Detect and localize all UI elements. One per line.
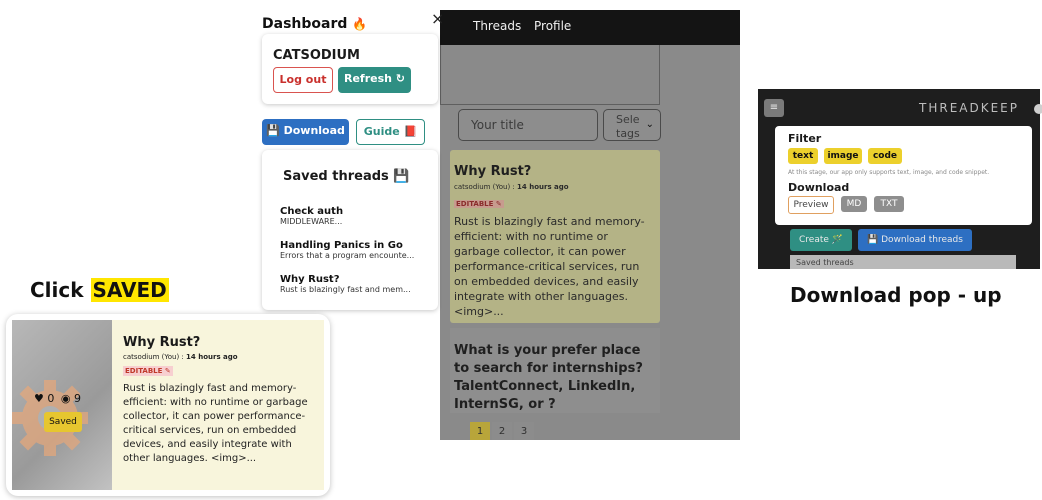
- user-box: CATSODIUM Log out Refresh ↻: [262, 34, 438, 104]
- saved-threads-panel: Saved threads: [790, 255, 1016, 269]
- title-input-placeholder: Your title: [471, 118, 524, 132]
- filter-code[interactable]: code: [868, 148, 902, 164]
- avatar[interactable]: [1034, 104, 1042, 114]
- saved-thread-title: Handling Panics in Go: [280, 240, 403, 251]
- thread-text: Rust is blazingly fast and memory-effici…: [123, 383, 308, 464]
- filter-note: At this stage, our app only supports tex…: [788, 169, 990, 176]
- thread-time: 14 hours ago: [186, 353, 238, 361]
- click-saved-caption: Click SAVED: [30, 278, 169, 302]
- username: CATSODIUM: [273, 48, 360, 63]
- thread-card[interactable]: Why Rust? catsodium (You) : 14 hours ago…: [450, 150, 660, 323]
- filter-image[interactable]: image: [824, 148, 862, 164]
- saved-thread-preview: MIDDLEWARE...: [280, 217, 343, 226]
- close-icon[interactable]: ×: [431, 9, 444, 28]
- download-threads-label: 💾 Download threads: [867, 235, 963, 245]
- download-button[interactable]: 💾 Download: [262, 119, 349, 145]
- saved-threads-box: Saved threads 💾 Check auth MIDDLEWARE...…: [262, 150, 438, 310]
- fire-icon: 🔥: [352, 17, 368, 31]
- logout-button[interactable]: Log out: [273, 67, 333, 93]
- saved-thread-card[interactable]: ♥ 0 ◉ 9 Saved Why Rust? catsodium (You) …: [6, 314, 330, 496]
- thread-image: ♥ 0 ◉ 9 Saved: [12, 320, 112, 490]
- thread-card-2-title: What is your prefer place to search for …: [454, 343, 643, 412]
- view-count: 9: [73, 392, 81, 405]
- dashboard-panel: Dashboard 🔥 × CATSODIUM Log out Refresh …: [258, 5, 448, 310]
- saved-thread-item[interactable]: Handling Panics in Go Errors that a prog…: [280, 240, 414, 260]
- saved-threads-label: Saved threads: [796, 258, 854, 267]
- download-popup-caption: Download pop - up: [790, 283, 1002, 307]
- chevron-down-icon: ⌄: [645, 119, 654, 130]
- refresh-button[interactable]: Refresh ↻: [338, 67, 411, 93]
- saved-thread-title: Why Rust?: [280, 274, 340, 285]
- saved-highlight: SAVED: [90, 278, 169, 302]
- dashboard-title: Dashboard 🔥: [262, 16, 367, 32]
- brand-logo: THREADKEEP: [919, 101, 1019, 115]
- saved-thread-item[interactable]: Why Rust? Rust is blazingly fast and mem…: [280, 274, 411, 294]
- click-saved-prefix: Click: [30, 278, 91, 302]
- heart-icon[interactable]: ♥: [34, 392, 44, 405]
- saved-thread-item[interactable]: Check auth MIDDLEWARE...: [280, 206, 343, 226]
- thread-meta: catsodium (You) : 14 hours ago: [123, 353, 238, 361]
- thread-card-text: Rust is blazingly fast and memory-effici…: [454, 215, 645, 318]
- thread-card-time: 14 hours ago: [517, 183, 569, 191]
- gear-icon: [12, 380, 88, 456]
- thread-card-meta: catsodium (You) : 14 hours ago: [454, 183, 660, 191]
- pagination: 1 2 3: [470, 422, 534, 440]
- nav-profile[interactable]: Profile: [534, 19, 571, 33]
- thread-content: Why Rust? catsodium (You) : 14 hours ago…: [112, 320, 324, 490]
- filter-heading: Filter: [788, 132, 822, 145]
- like-count: 0: [47, 392, 55, 405]
- eye-icon: ◉: [60, 392, 71, 405]
- saved-thread-preview: Rust is blazingly fast and mem...: [280, 285, 411, 294]
- create-button[interactable]: Create 🪄: [790, 229, 852, 251]
- top-navbar: Threads Profile: [440, 10, 740, 45]
- download-popup: Filter text image code At this stage, ou…: [775, 126, 1032, 225]
- download-threads-button[interactable]: 💾 Download threads: [858, 229, 972, 251]
- guide-button[interactable]: Guide 📕: [356, 119, 425, 145]
- saved-threads-heading: Saved threads 💾: [283, 169, 410, 184]
- saved-badge[interactable]: Saved: [44, 412, 82, 432]
- app-top-frame: [440, 45, 660, 105]
- nav-threads[interactable]: Threads: [473, 19, 521, 33]
- dashboard-title-text: Dashboard: [262, 16, 348, 32]
- thread-card-badge: EDITABLE ✎: [454, 200, 504, 208]
- app-screenshot: Threads Profile Your title Sele tags ⌄ W…: [440, 10, 740, 440]
- create-button-label: Create 🪄: [799, 235, 843, 245]
- download-heading: Download: [788, 181, 850, 194]
- saved-thread-preview: Errors that a program encounte...: [280, 251, 415, 260]
- txt-button[interactable]: TXT: [874, 196, 904, 212]
- md-button[interactable]: MD: [841, 196, 867, 212]
- thread-stats: ♥ 0 ◉ 9: [34, 392, 81, 405]
- thread-card-title: Why Rust?: [454, 164, 532, 179]
- thread-title: Why Rust?: [123, 335, 201, 350]
- menu-icon[interactable]: ≡: [764, 99, 784, 117]
- title-input[interactable]: Your title: [458, 109, 598, 141]
- saved-thread-title: Check auth: [280, 206, 344, 217]
- thread-author: catsodium (You) :: [123, 353, 187, 361]
- thread-card-author: catsodium (You) :: [454, 183, 518, 191]
- preview-button[interactable]: Preview: [788, 196, 834, 214]
- filter-text[interactable]: text: [788, 148, 818, 164]
- page-2[interactable]: 2: [492, 422, 512, 440]
- tags-select[interactable]: Sele tags ⌄: [603, 109, 661, 141]
- editable-badge[interactable]: EDITABLE ✎: [123, 366, 173, 376]
- thread-card-2[interactable]: What is your prefer place to search for …: [450, 328, 660, 413]
- page-1[interactable]: 1: [470, 422, 490, 440]
- page-3[interactable]: 3: [514, 422, 534, 440]
